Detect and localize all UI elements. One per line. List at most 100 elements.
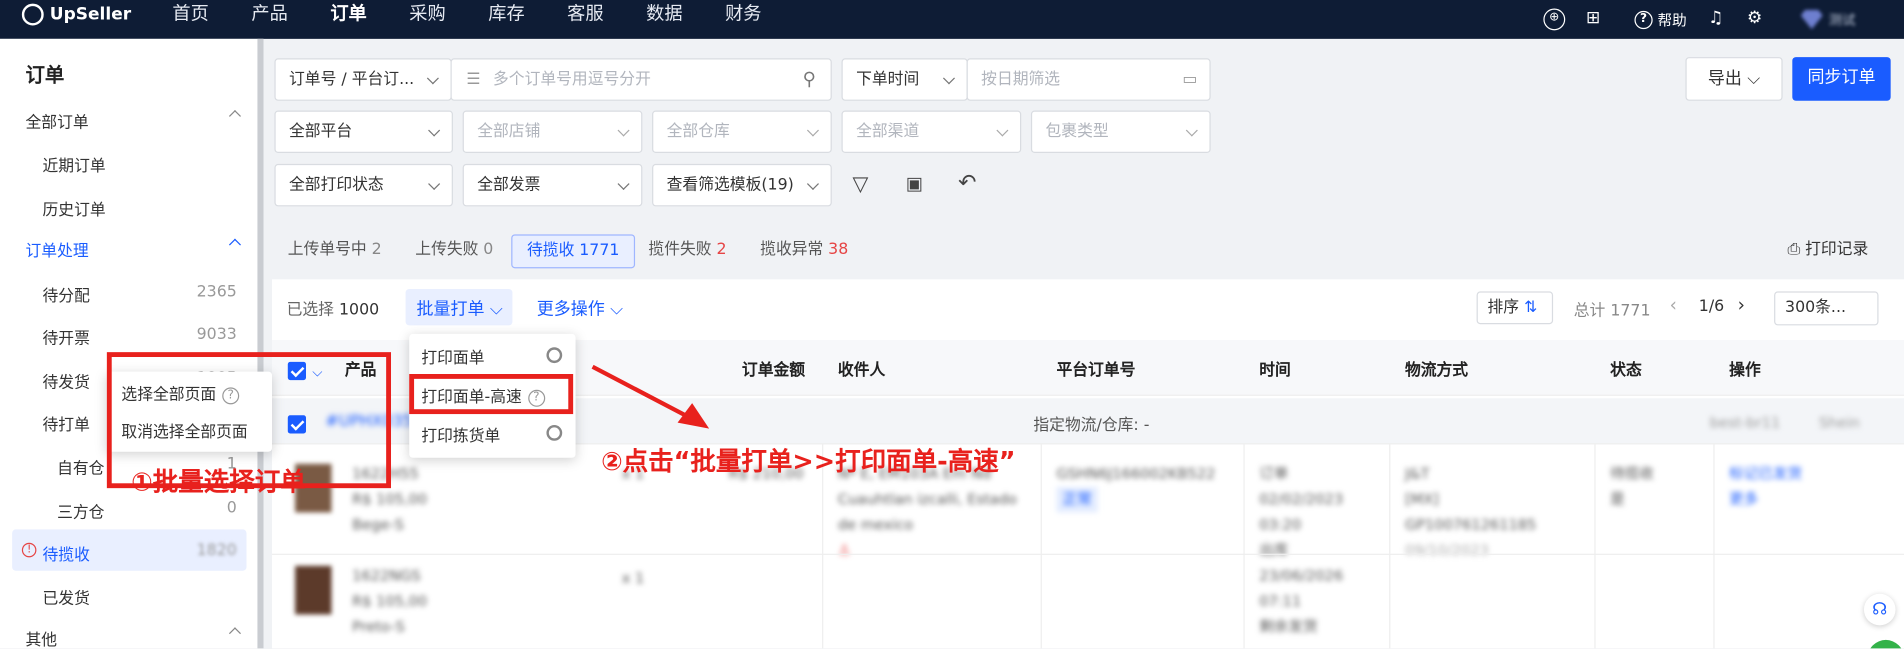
filter-template-select[interactable]: 查看筛选模板(19): [652, 163, 832, 207]
logo[interactable]: UpSeller: [21, 3, 131, 26]
tab-pickup-failed[interactable]: 揽件失败 2: [648, 234, 726, 268]
export-button[interactable]: 导出 ⌵: [1685, 57, 1783, 101]
more-link[interactable]: 更多: [1729, 487, 1802, 513]
tab-pickup-exception[interactable]: 揽收异常 38: [760, 234, 848, 268]
date-filter-input[interactable]: 按日期筛选 ▭: [966, 58, 1211, 101]
page-indicator: 1/6: [1698, 297, 1725, 316]
nav-purchase[interactable]: 采购: [409, 0, 445, 39]
top-bar: UpSeller 首页 产品 订单 采购 库存 客服 数据 财务 ⊕ ⊞ ? 帮助…: [0, 0, 1904, 39]
nav-finance[interactable]: 财务: [725, 0, 761, 39]
print-picklist-option[interactable]: 打印拣货单: [421, 423, 500, 445]
time-type-select[interactable]: 下单时间: [841, 58, 968, 101]
select-value: 全部店铺: [477, 122, 541, 141]
platform-order-info: GSHN6J166002KB522 正常: [1056, 461, 1216, 513]
print-status-select[interactable]: 全部打印状态: [274, 163, 453, 207]
batch-print-button[interactable]: 批量打单 ⌵: [417, 296, 503, 320]
row-actions: 标记已发货 更多: [1729, 461, 1802, 512]
sync-orders-button[interactable]: 同步订单: [1792, 57, 1891, 101]
more-actions-button[interactable]: 更多操作 ⌵: [537, 296, 623, 320]
save-icon[interactable]: ▣: [906, 172, 923, 194]
gear-icon[interactable]: [546, 425, 563, 441]
sidebar-item-count: 2365: [196, 282, 237, 302]
chevron-down-icon: [1185, 124, 1198, 137]
print-log-link[interactable]: ⎙ 打印记录: [1787, 234, 1868, 268]
table-row: 1622NGS R$ 105,00 Preto-S: [352, 563, 427, 640]
sidebar-item-unassigned[interactable]: 待分配 2365: [43, 283, 237, 306]
sort-label: 排序: [1487, 298, 1520, 317]
status-text: 是: [1610, 490, 1625, 508]
sidebar-group-processing[interactable]: 订单处理: [25, 238, 241, 262]
sidebar-item-label: 待开票: [42, 330, 90, 349]
platform-select[interactable]: 全部平台: [274, 110, 453, 154]
reset-icon[interactable]: ↶: [958, 170, 976, 196]
sort-button[interactable]: 排序 ⇅: [1476, 291, 1554, 325]
store-select[interactable]: 全部店铺: [462, 110, 643, 154]
customer-service-icon[interactable]: ☊: [1863, 593, 1896, 626]
sidebar-item-awaiting-pickup[interactable]: 待揽收 1820: [43, 542, 237, 565]
status-info: 待揽收是: [1610, 461, 1654, 512]
sidebar-item-label: 待打单: [42, 416, 90, 435]
print-label-option[interactable]: 打印面单: [421, 345, 484, 368]
tab-count: 38: [828, 240, 849, 259]
nav-products[interactable]: 产品: [251, 0, 287, 39]
col-amount: 订单金额: [741, 361, 806, 381]
apps-grid-icon[interactable]: ⊞: [1582, 9, 1604, 31]
logistics-info: J&T [MX] GP100761261185 09/10/2023: [1405, 461, 1536, 563]
sidebar-group-label: 订单处理: [25, 242, 89, 262]
product-price: R$ 105,00: [352, 592, 428, 610]
tab-label: 上传单号中: [287, 240, 367, 259]
channel-select[interactable]: 全部渠道: [841, 110, 1022, 154]
date-placeholder: 按日期筛选: [981, 70, 1061, 89]
sidebar-group-other[interactable]: 其他: [26, 627, 241, 648]
tab-count: 0: [483, 240, 494, 259]
order-search-input[interactable]: ☰ 多个订单号用逗号分开 ⚲: [450, 58, 832, 101]
warehouse-select[interactable]: 全部仓库: [652, 110, 832, 154]
help-button[interactable]: ? 帮助: [1634, 9, 1687, 30]
globe-icon[interactable]: ⊕: [1543, 8, 1566, 31]
sidebar-item-to-invoice[interactable]: 待开票 9033: [43, 325, 237, 348]
time-line: 剩余发货: [1259, 618, 1318, 636]
chevron-down-icon: [806, 177, 819, 190]
select-value: 全部平台: [289, 122, 353, 141]
gear-icon[interactable]: ⚙: [1744, 9, 1766, 31]
select-value: 订单号 / 平台订...: [289, 70, 415, 89]
tab-upload-failed[interactable]: 上传失败 0: [415, 234, 493, 268]
filter-icon[interactable]: ▽: [852, 172, 868, 196]
bell-icon[interactable]: ♫: [1705, 9, 1727, 31]
package-type-select[interactable]: 包裹类型: [1030, 110, 1211, 154]
nav-home[interactable]: 首页: [172, 0, 208, 39]
tab-label: 揽收异常: [760, 240, 824, 259]
nav-data[interactable]: 数据: [646, 0, 682, 39]
app-root: UpSeller 首页 产品 订单 采购 库存 客服 数据 财务 ⊕ ⊞ ? 帮助…: [0, 0, 1904, 649]
tab-label: 待揽收: [527, 241, 575, 260]
order-no-type-select[interactable]: 订单号 / 平台订...: [274, 58, 452, 101]
tab-label: 上传失败: [415, 240, 479, 259]
platform-order-no: GSHN6J166002KB522: [1056, 465, 1216, 483]
invoice-select[interactable]: 全部发票: [462, 163, 643, 207]
chevron-up-icon: [228, 238, 241, 251]
user-menu[interactable]: 测试: [1800, 9, 1855, 30]
annotation-step2: ②点击“批量打单>>打印面单-高速”: [601, 446, 1016, 477]
product-price: R$ 105,00: [352, 490, 428, 508]
tab-uploading[interactable]: 上传单号中 2: [288, 234, 382, 268]
sidebar-group-all-orders[interactable]: 全部订单: [26, 109, 241, 132]
sidebar-item-recent[interactable]: 近期订单: [43, 153, 237, 176]
nav-orders[interactable]: 订单: [330, 0, 366, 39]
next-page-icon[interactable]: ›: [1738, 294, 1745, 316]
search-icon[interactable]: ⚲: [803, 60, 816, 100]
col-platform-order: 平台订单号: [1056, 361, 1136, 381]
nav-inventory[interactable]: 库存: [488, 0, 524, 39]
tab-awaiting-pickup[interactable]: 待揽收 1771: [511, 234, 636, 269]
chevron-down-icon: [428, 177, 441, 190]
mark-shipped-link[interactable]: 标记已发货: [1729, 461, 1802, 487]
prev-page-icon[interactable]: ‹: [1670, 294, 1677, 316]
group-tag: Shein: [1819, 414, 1860, 432]
selected-count: 1000: [338, 301, 380, 320]
page-size-select[interactable]: 300条...: [1774, 291, 1879, 326]
gear-icon[interactable]: [546, 347, 563, 364]
product-qty: x 1: [621, 569, 645, 587]
nav-service[interactable]: 客服: [567, 0, 603, 39]
sidebar-item-shipped[interactable]: 已发货: [43, 585, 237, 608]
sidebar-item-history[interactable]: 历史订单: [43, 197, 237, 220]
sidebar-item-3pl-warehouse[interactable]: 三方仓 0: [57, 499, 237, 522]
